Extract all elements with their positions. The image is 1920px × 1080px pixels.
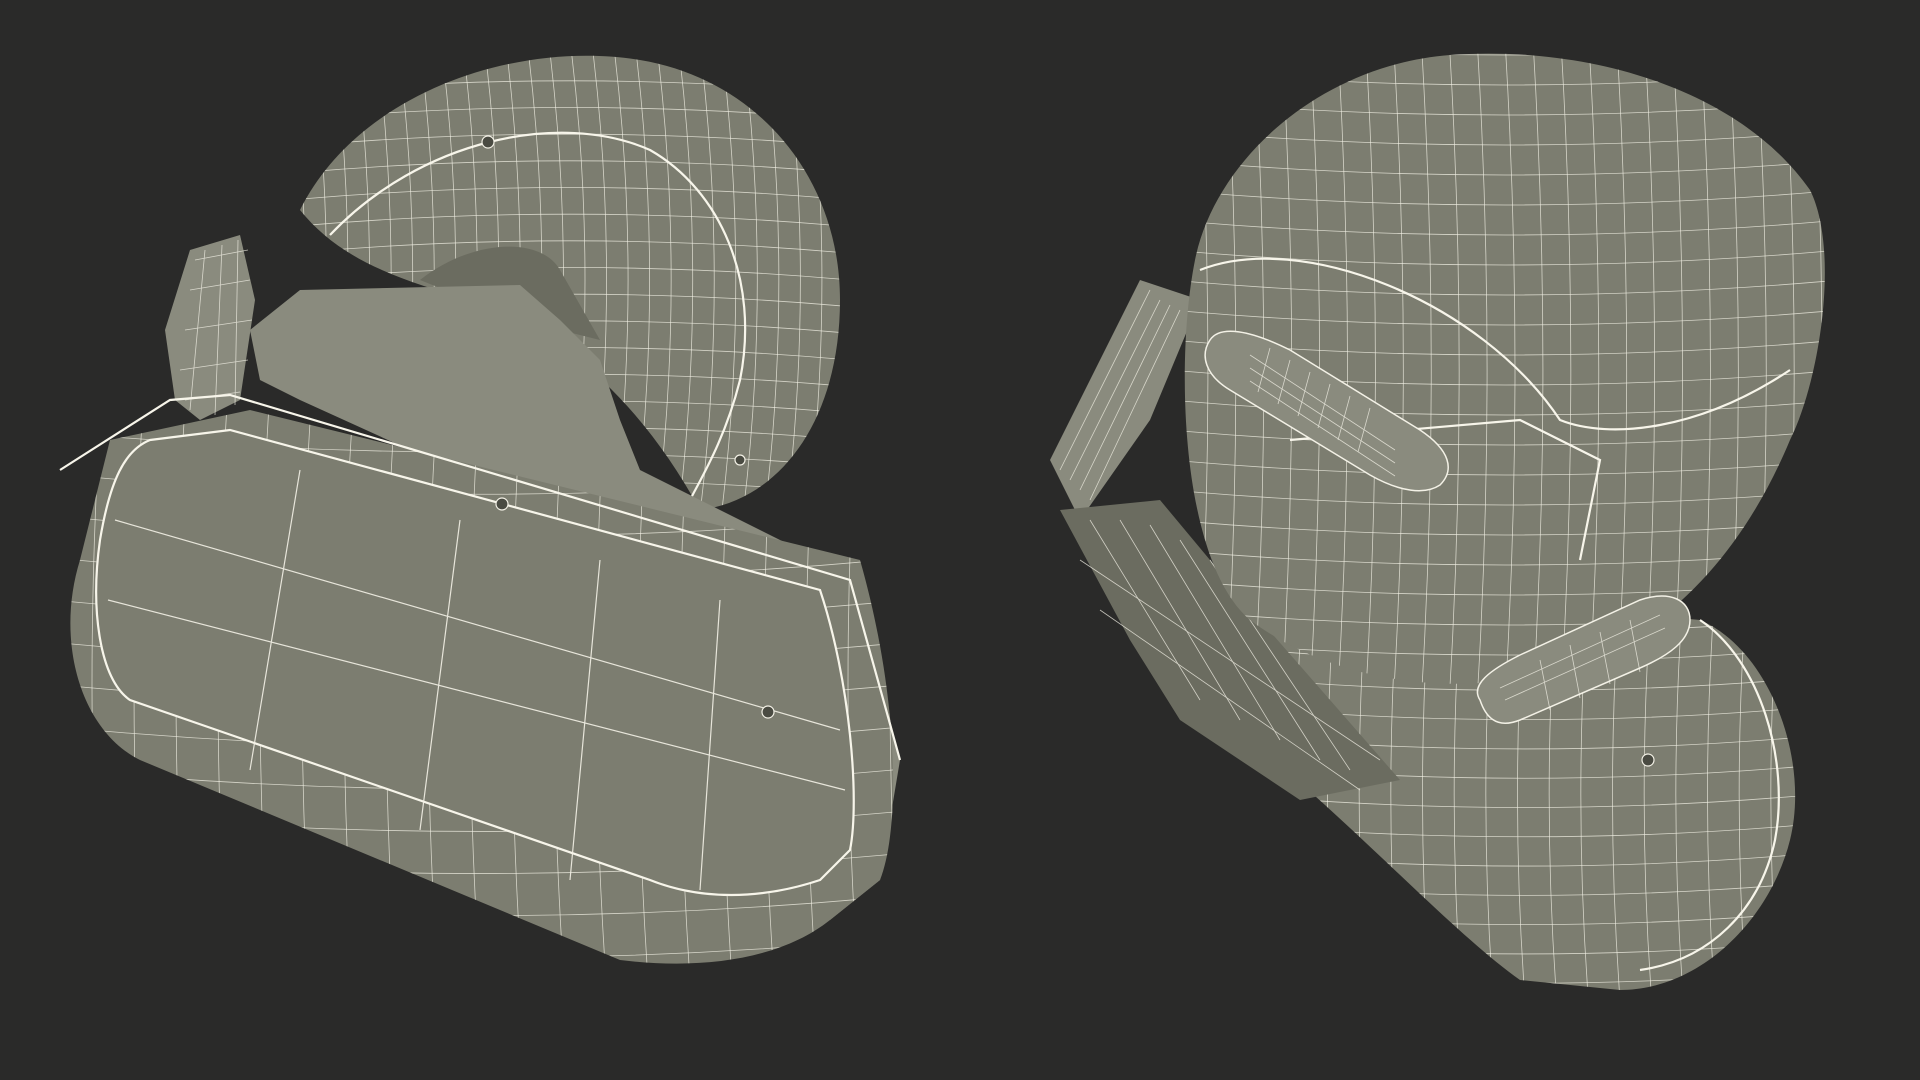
mesh-line	[889, 410, 894, 964]
mesh-line	[1184, 53, 1825, 56]
wireframe-render	[50, 28, 1850, 1013]
left-side-clip	[165, 235, 255, 420]
left-view	[50, 28, 902, 1000]
left-screw-2	[495, 497, 509, 511]
mesh-line	[1803, 590, 1811, 1000]
mesh-line	[850, 40, 865, 520]
mesh-line	[1811, 53, 1823, 684]
mesh-line	[1840, 40, 1850, 700]
mesh-line	[60, 980, 900, 1000]
right-screw	[1641, 753, 1655, 767]
left-screw-4	[734, 454, 746, 466]
right-view	[1050, 40, 1850, 1013]
mesh-line	[1240, 1000, 1810, 1013]
left-screw-3	[761, 705, 775, 719]
mesh-line	[50, 390, 60, 980]
mesh-line	[290, 28, 850, 41]
left-screw-1	[481, 135, 495, 149]
